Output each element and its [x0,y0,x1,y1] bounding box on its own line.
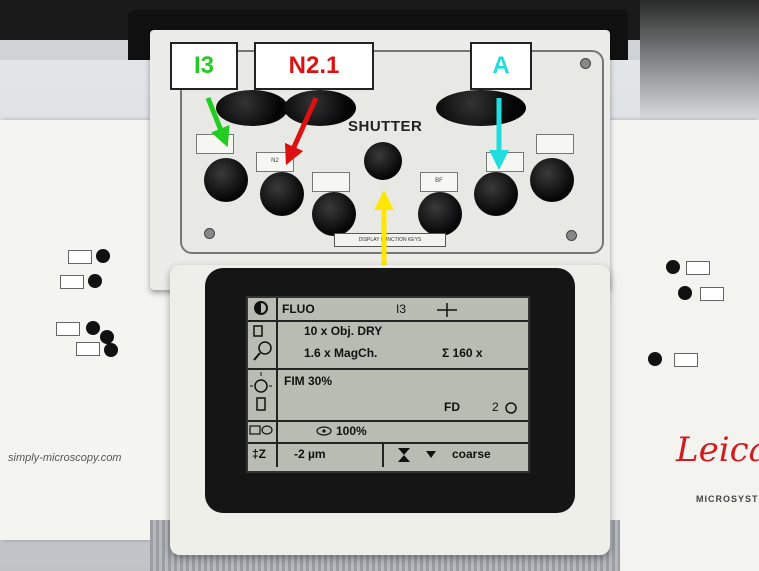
crosshair-icon [437,303,457,317]
lcd-row-magnification[interactable]: 10 x Obj. DRY 1.6 x MagCh. Σ 160 x [248,320,528,370]
lcd-z-step: -2 µm [294,447,326,461]
lcd-row-camera[interactable]: 100% [248,420,528,444]
arrow-i3 [205,97,230,148]
lcd-row-illumination[interactable]: FIM 30% FD 2 [248,368,528,422]
lcd-row-mode[interactable]: FLUO I3 [248,298,528,322]
z-step-field[interactable]: -2 µm [278,442,384,467]
lcd-camera-split: 100% [336,424,367,438]
eye-icon [316,426,332,436]
arrow-n2 [284,96,319,166]
lcd-objective: 10 x Obj. DRY [304,324,383,338]
lcd-mode: FLUO [282,302,315,316]
circle-icon [505,402,517,414]
lcd-screen[interactable]: FLUO I3 10 x Obj. DRY 1.6 x MagCh. Σ 160… [246,296,530,473]
callout-a-text: A [492,52,510,79]
contrast-mode-icon [248,298,278,320]
lcd-z-label: ‡Z [252,447,267,461]
callout-n2-text: N2.1 [288,52,340,79]
callout-a: A [470,42,532,90]
lcd-filter: I3 [396,302,407,316]
lcd-fd-value: 2 [492,400,499,414]
lcd-total-mag: Σ 160 x [442,346,483,360]
lcd-magchanger: 1.6 x MagCh. [304,346,378,360]
camera-eyepiece-icon [248,420,278,442]
magnifier-icon [248,320,278,368]
z-axis-icon: ‡Z [248,442,278,467]
callout-i3: I3 [170,42,238,90]
callout-n2: N2.1 [254,42,374,90]
lcd-illumination: FIM 30% [284,374,333,388]
lcd-focus-mode: coarse [452,447,491,461]
lcd-field-diaphragm: FD [444,400,460,414]
hourglass-icon [398,448,410,462]
callout-i3-text: I3 [193,52,214,79]
lcd-row-focus[interactable]: ‡Z -2 µm coarse [248,442,528,467]
chevron-down-icon[interactable] [426,451,436,459]
lamp-icon [248,368,278,420]
